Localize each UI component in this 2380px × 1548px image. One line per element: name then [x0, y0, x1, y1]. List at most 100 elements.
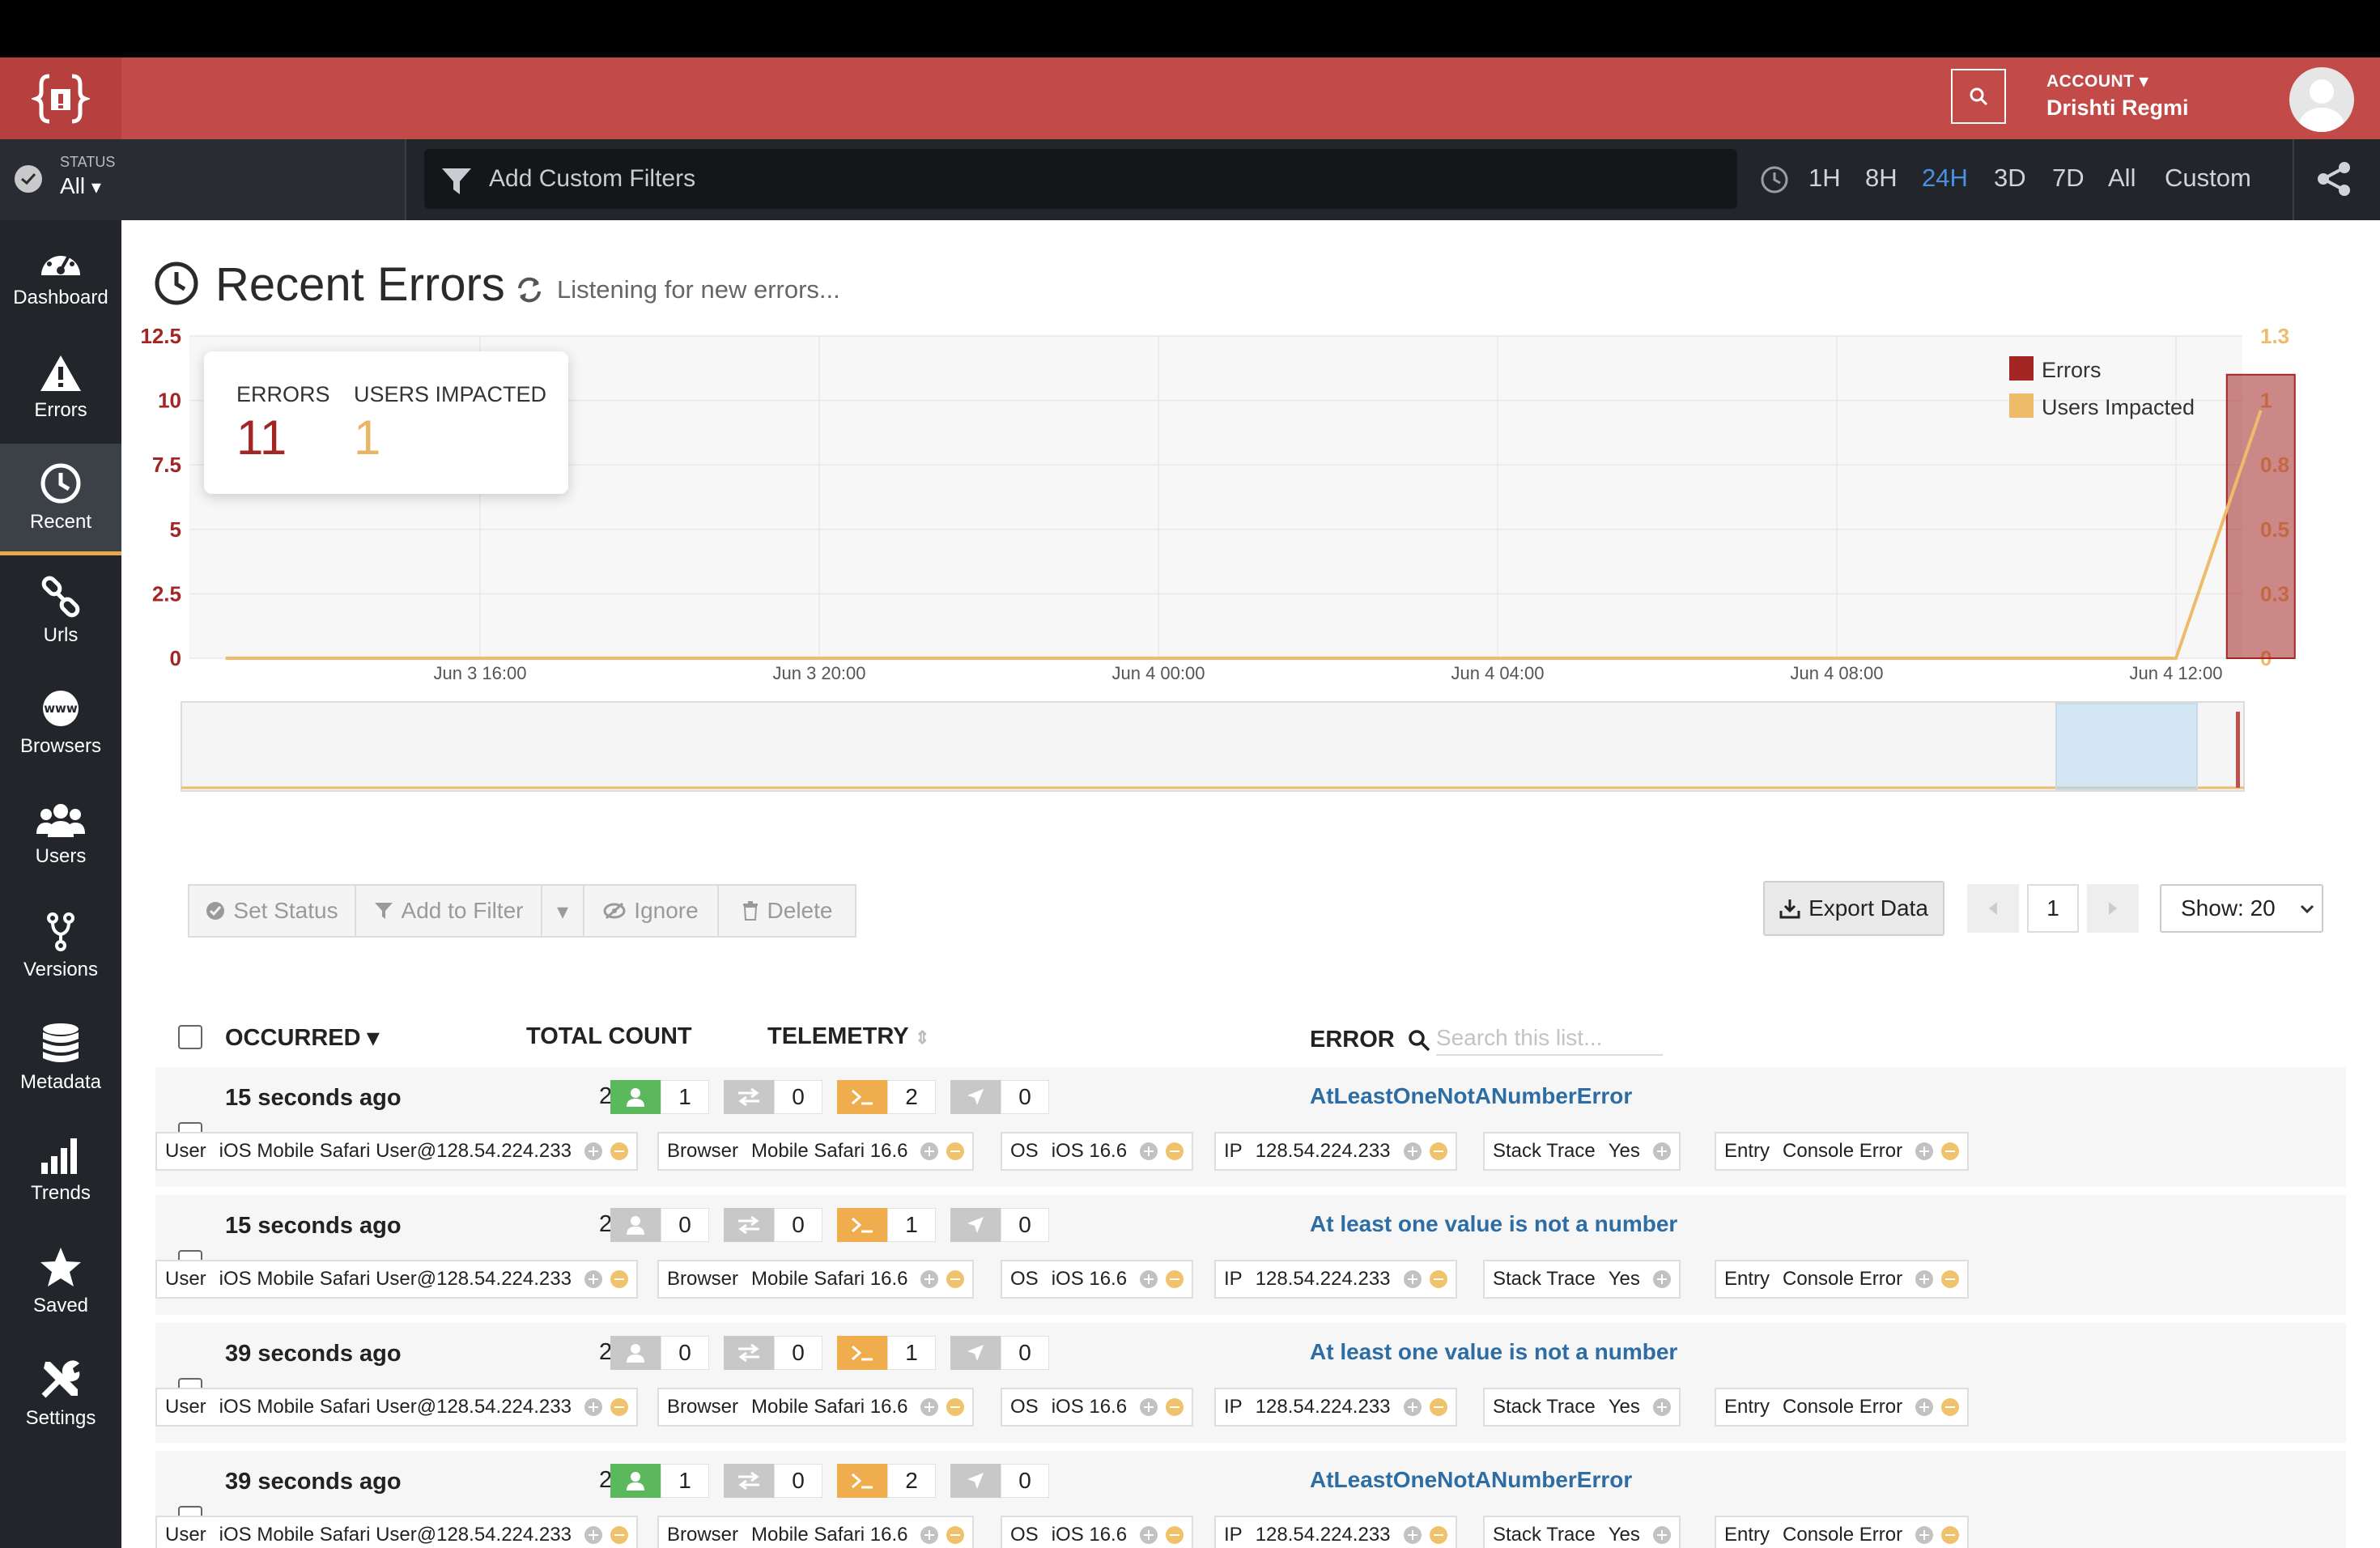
- minus-circle-icon[interactable]: [1941, 1270, 1960, 1288]
- telemetry-user[interactable]: 1: [610, 1464, 709, 1498]
- telemetry-console[interactable]: 1: [837, 1208, 936, 1242]
- delete-button[interactable]: Delete: [719, 886, 855, 936]
- plus-circle-icon[interactable]: [1652, 1270, 1671, 1288]
- telemetry-user[interactable]: 1: [610, 1080, 709, 1114]
- plus-circle-icon[interactable]: [584, 1526, 602, 1544]
- telemetry-nav[interactable]: 0: [950, 1208, 1049, 1242]
- sidebar-item-settings[interactable]: Settings: [0, 1337, 121, 1449]
- total-count-header[interactable]: TOTAL COUNT: [526, 1023, 692, 1050]
- error-link[interactable]: AtLeastOneNotANumberError: [1310, 1467, 1632, 1493]
- table-row[interactable]: 15 seconds ago 2 0 0 1 0 At least one val…: [155, 1195, 2346, 1315]
- minus-circle-icon[interactable]: [610, 1526, 628, 1544]
- sidebar-item-dashboard[interactable]: Dashboard: [0, 220, 121, 332]
- plus-circle-icon[interactable]: [1403, 1398, 1422, 1416]
- plus-circle-icon[interactable]: [584, 1270, 602, 1288]
- account-menu-label[interactable]: ACCOUNT ▾: [2046, 71, 2148, 91]
- range-custom[interactable]: Custom: [2165, 164, 2251, 193]
- telemetry-net[interactable]: 0: [724, 1208, 822, 1242]
- telemetry-console[interactable]: 2: [837, 1080, 936, 1114]
- minus-circle-icon[interactable]: [1429, 1526, 1447, 1544]
- minus-circle-icon[interactable]: [1941, 1398, 1960, 1416]
- plus-circle-icon[interactable]: [920, 1526, 939, 1544]
- plus-circle-icon[interactable]: [1915, 1270, 1934, 1288]
- plus-circle-icon[interactable]: [1652, 1398, 1671, 1416]
- app-logo[interactable]: [0, 57, 121, 139]
- search-button[interactable]: [1951, 69, 2006, 124]
- set-status-button[interactable]: Set Status: [189, 886, 356, 936]
- table-row[interactable]: 15 seconds ago 2 1 0 2 0 AtLeastOneNotANu…: [155, 1067, 2346, 1187]
- status-dropdown[interactable]: All ▾: [60, 173, 101, 199]
- avatar[interactable]: [2289, 67, 2354, 132]
- telemetry-net[interactable]: 0: [724, 1464, 822, 1498]
- page-size-select[interactable]: Show: 20: [2160, 884, 2323, 933]
- add-to-filter-dropdown[interactable]: ▾: [542, 886, 584, 936]
- add-to-filter-button[interactable]: Add to Filter: [356, 886, 542, 936]
- sidebar-item-trends[interactable]: Trends: [0, 1114, 121, 1226]
- next-page-button[interactable]: [2087, 884, 2139, 933]
- telemetry-nav[interactable]: 0: [950, 1336, 1049, 1370]
- minus-circle-icon[interactable]: [610, 1142, 628, 1160]
- sidebar-item-metadata[interactable]: Metadata: [0, 1002, 121, 1114]
- telemetry-nav[interactable]: 0: [950, 1080, 1049, 1114]
- legend-users-impacted[interactable]: Users Impacted: [2042, 395, 2195, 420]
- legend-errors[interactable]: Errors: [2042, 358, 2102, 383]
- telemetry-user[interactable]: 0: [610, 1336, 709, 1370]
- minus-circle-icon[interactable]: [1166, 1142, 1184, 1160]
- sort-occurred[interactable]: OCCURRED ▾: [225, 1023, 379, 1052]
- minus-circle-icon[interactable]: [946, 1398, 965, 1416]
- account-name[interactable]: Drishti Regmi: [2046, 96, 2189, 121]
- sidebar-item-saved[interactable]: Saved: [0, 1226, 121, 1337]
- minus-circle-icon[interactable]: [946, 1270, 965, 1288]
- sidebar-item-errors[interactable]: Errors: [0, 332, 121, 444]
- range-8h[interactable]: 8H: [1865, 164, 1898, 193]
- telemetry-console[interactable]: 1: [837, 1336, 936, 1370]
- page-number[interactable]: 1: [2027, 884, 2079, 933]
- range-1h[interactable]: 1H: [1808, 164, 1841, 193]
- minus-circle-icon[interactable]: [1166, 1270, 1184, 1288]
- minus-circle-icon[interactable]: [1941, 1526, 1960, 1544]
- plus-circle-icon[interactable]: [1915, 1142, 1934, 1160]
- telemetry-user[interactable]: 0: [610, 1208, 709, 1242]
- plus-circle-icon[interactable]: [920, 1142, 939, 1160]
- sidebar-item-recent[interactable]: Recent: [0, 444, 121, 555]
- sort-telemetry[interactable]: TELEMETRY ⇕: [767, 1023, 930, 1050]
- search-list-input[interactable]: Search this list...: [1436, 1025, 1663, 1056]
- sidebar-item-urls[interactable]: Urls: [0, 555, 121, 667]
- export-data-button[interactable]: Export Data: [1763, 881, 1944, 936]
- plus-circle-icon[interactable]: [1652, 1526, 1671, 1544]
- minus-circle-icon[interactable]: [610, 1398, 628, 1416]
- sidebar-item-browsers[interactable]: www Browsers: [0, 667, 121, 779]
- range-all[interactable]: All: [2108, 164, 2136, 193]
- plus-circle-icon[interactable]: [1140, 1270, 1158, 1288]
- table-row[interactable]: 39 seconds ago 2 1 0 2 0 AtLeastOneNotANu…: [155, 1451, 2346, 1548]
- plus-circle-icon[interactable]: [1403, 1142, 1422, 1160]
- error-link[interactable]: At least one value is not a number: [1310, 1211, 1677, 1237]
- plus-circle-icon[interactable]: [920, 1270, 939, 1288]
- plus-circle-icon[interactable]: [1915, 1398, 1934, 1416]
- prev-page-button[interactable]: [1967, 884, 2019, 933]
- plus-circle-icon[interactable]: [584, 1398, 602, 1416]
- minus-circle-icon[interactable]: [1429, 1270, 1447, 1288]
- sidebar-item-versions[interactable]: Versions: [0, 891, 121, 1002]
- minus-circle-icon[interactable]: [1941, 1142, 1960, 1160]
- minus-circle-icon[interactable]: [946, 1142, 965, 1160]
- plus-circle-icon[interactable]: [1403, 1526, 1422, 1544]
- plus-circle-icon[interactable]: [584, 1142, 602, 1160]
- range-7d[interactable]: 7D: [2052, 164, 2085, 193]
- minus-circle-icon[interactable]: [1166, 1526, 1184, 1544]
- share-icon[interactable]: [2315, 160, 2352, 202]
- telemetry-nav[interactable]: 0: [950, 1464, 1049, 1498]
- telemetry-net[interactable]: 0: [724, 1080, 822, 1114]
- telemetry-console[interactable]: 2: [837, 1464, 936, 1498]
- error-link[interactable]: At least one value is not a number: [1310, 1339, 1677, 1365]
- ignore-button[interactable]: Ignore: [584, 886, 719, 936]
- plus-circle-icon[interactable]: [920, 1398, 939, 1416]
- minus-circle-icon[interactable]: [610, 1270, 628, 1288]
- plus-circle-icon[interactable]: [1915, 1526, 1934, 1544]
- plus-circle-icon[interactable]: [1140, 1526, 1158, 1544]
- error-link[interactable]: AtLeastOneNotANumberError: [1310, 1083, 1632, 1109]
- sidebar-item-users[interactable]: Users: [0, 779, 121, 891]
- telemetry-net[interactable]: 0: [724, 1336, 822, 1370]
- plus-circle-icon[interactable]: [1140, 1398, 1158, 1416]
- minus-circle-icon[interactable]: [946, 1526, 965, 1544]
